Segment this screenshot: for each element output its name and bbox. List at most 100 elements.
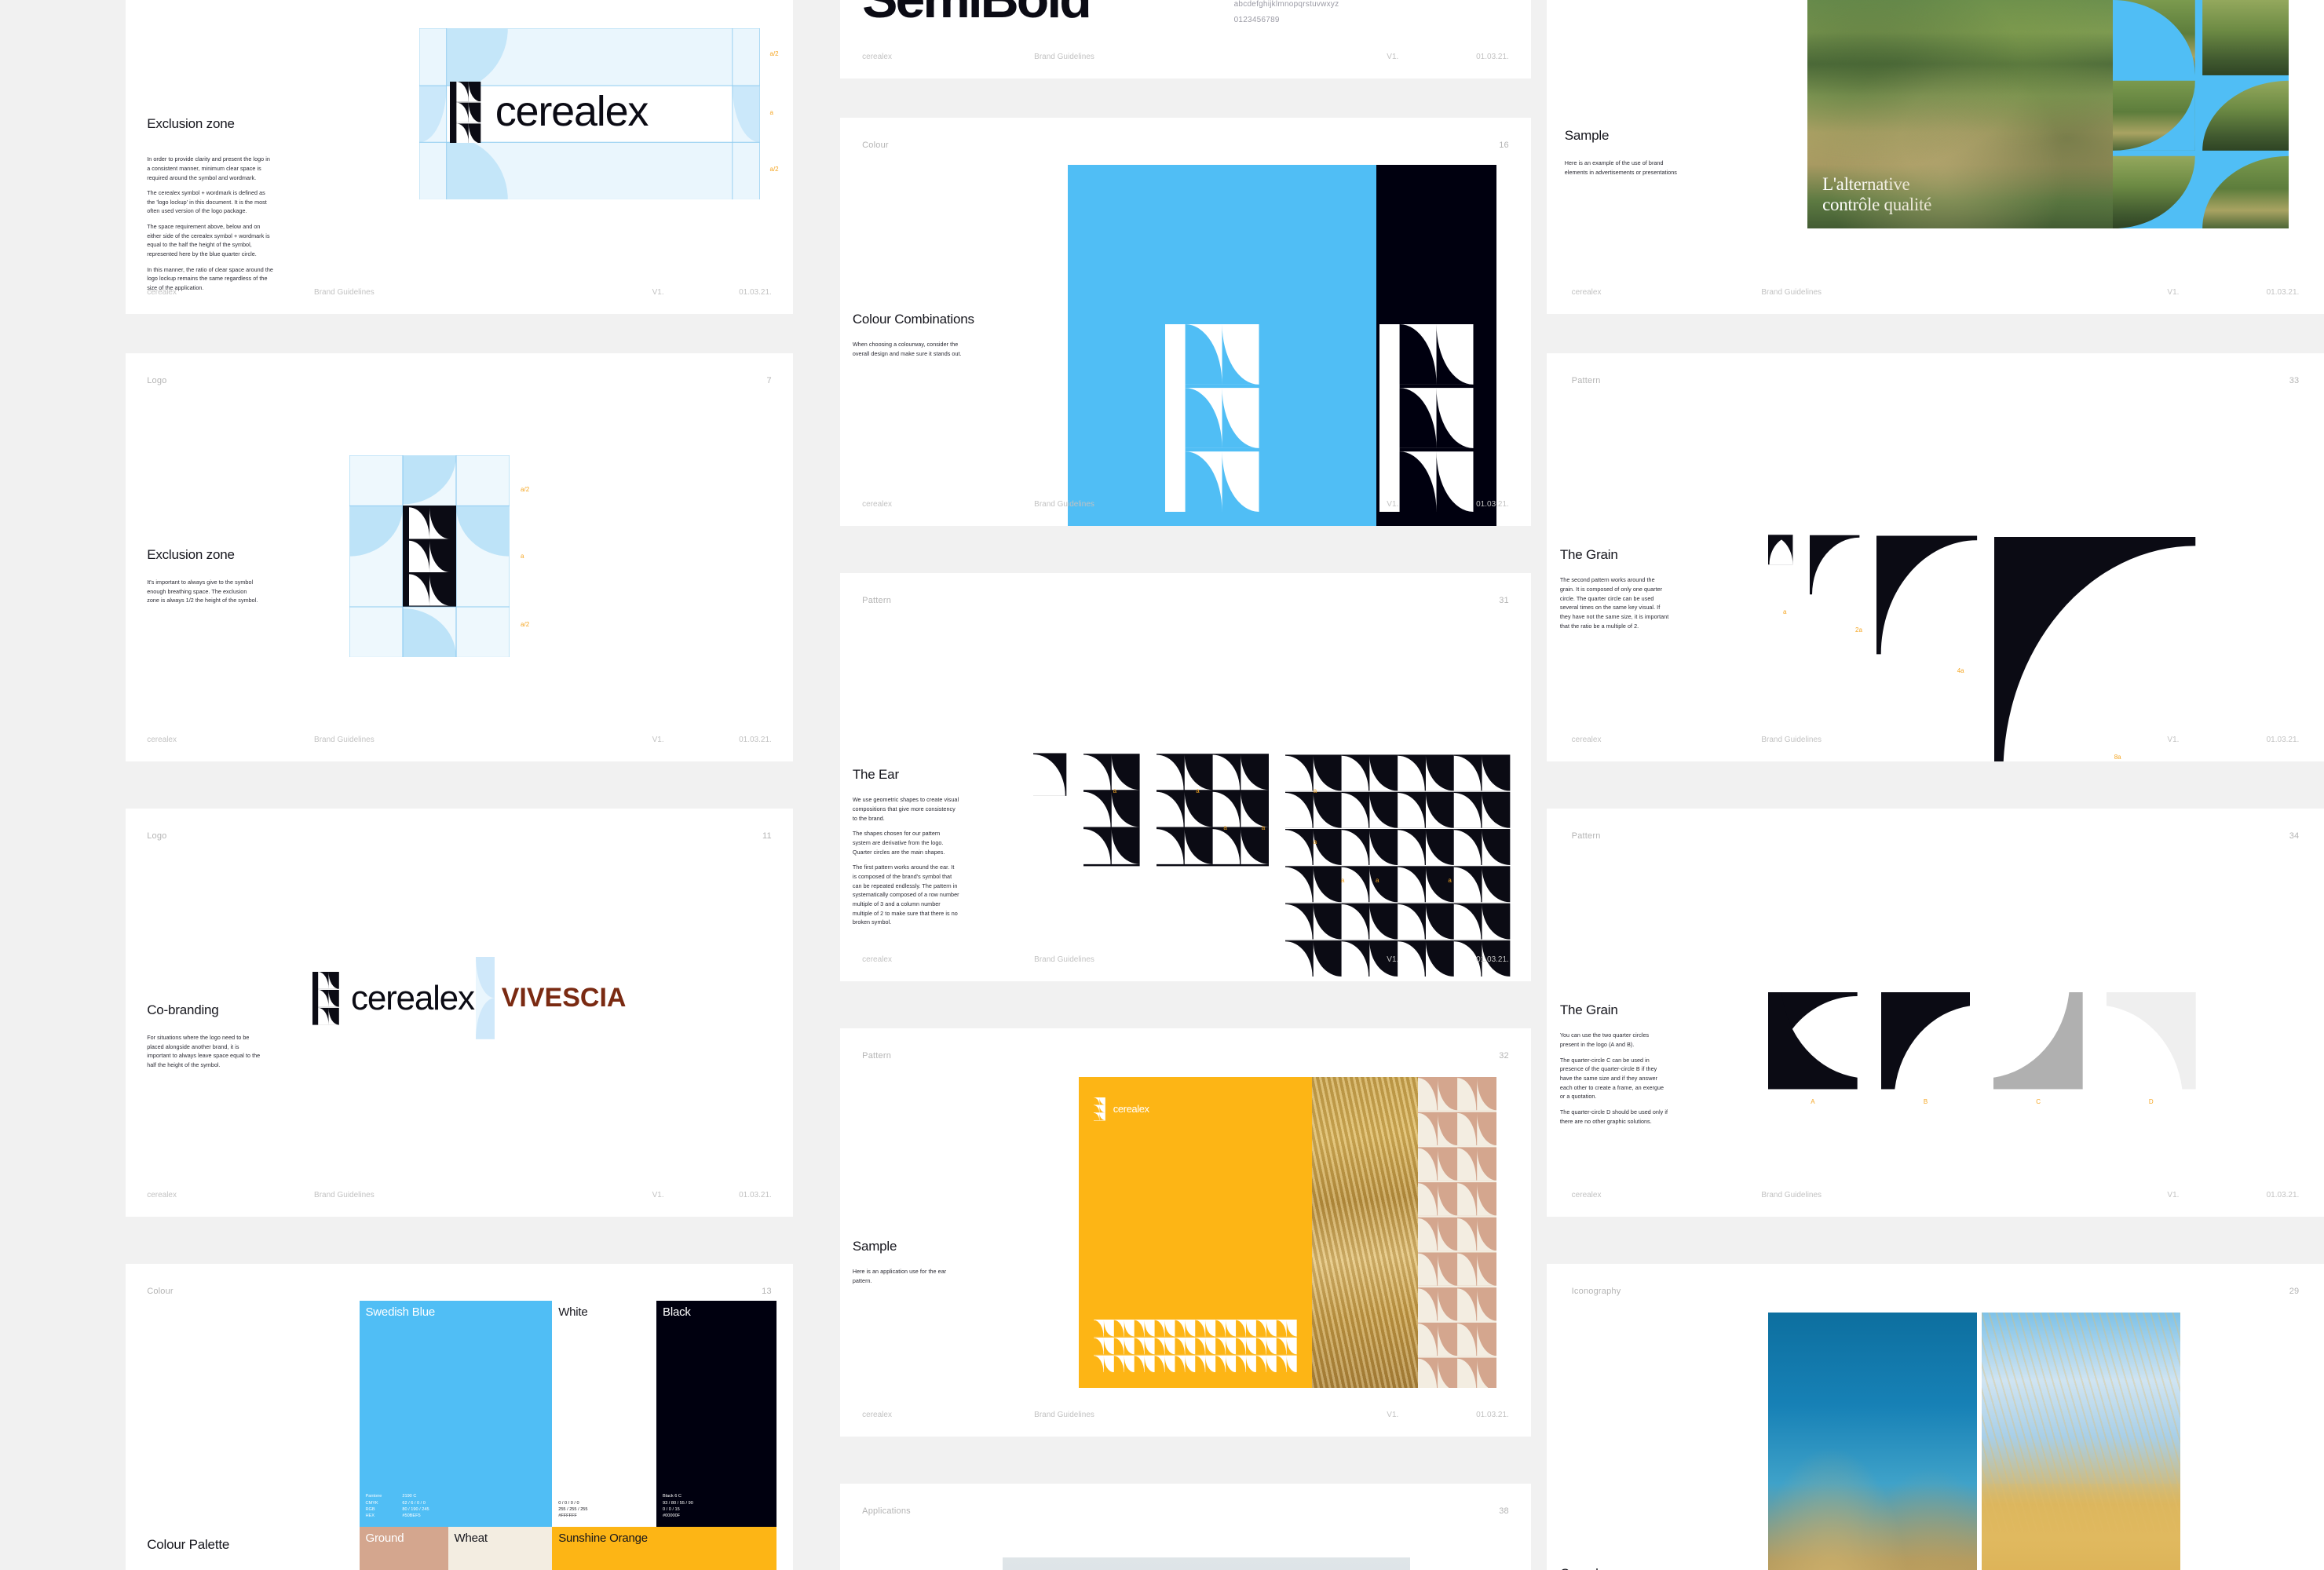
section-label: Applications — [862, 1506, 911, 1516]
footer-version: V1. — [1387, 53, 1399, 62]
combo-cell-black[interactable] — [1376, 164, 1496, 526]
spec-key: HEX — [365, 1513, 375, 1519]
section-label: Pattern — [862, 1050, 892, 1061]
swatch-spec: Pantone CMYK RGB HEX 2190 C 62 / 6 / 0 /… — [366, 1493, 429, 1520]
slide-co-branding[interactable]: Logo 11 cerealex VIVESCIA Co-branding Fo… — [126, 809, 793, 1217]
spec-value: 2190 C — [402, 1494, 417, 1499]
pattern-sample-poster: cerealex — [1078, 1077, 1496, 1388]
combo-cell-blue[interactable] — [1068, 164, 1376, 526]
footer-doc: Brand Guidelines — [1761, 1191, 1822, 1200]
page-number: 34 — [2289, 831, 2300, 841]
page-body: For situations where the logo need to be… — [147, 1033, 261, 1076]
swatch-black[interactable]: Black Black 6 C 93 / 80 / 55 / 90 0 / 0 … — [656, 1300, 776, 1527]
slide-ad-sample[interactable]: L'alternative contrôle qualité Sample He… — [1547, 0, 2324, 314]
page-title: Sample — [1564, 128, 1610, 144]
footer-doc: Brand Guidelines — [314, 736, 375, 745]
slide-exclusion-zone-symbol[interactable]: Logo 7 a/2 a a/2 Exclusion zone It's imp… — [126, 353, 793, 761]
grain-variant-set: A B C D — [1768, 992, 2196, 1105]
slide-footer: cerealex Brand Guidelines V1. 01.03.21. — [147, 288, 772, 297]
slide-exclusion-zone-lockup[interactable]: Logo 10 — [126, 0, 793, 314]
measure-label-a: a — [1782, 608, 1787, 615]
specimen-lowercase: abcdefghijklmnopqrstuvwxyz — [1233, 0, 1339, 9]
footer-date: 01.03.21. — [1476, 1411, 1509, 1420]
footer-brand: cerealex — [862, 1411, 892, 1420]
footer-date: 01.03.21. — [1476, 53, 1509, 62]
slide-the-grain-sizes[interactable]: Pattern 33 a 2a 4a 8a The Grain The seco… — [1547, 353, 2324, 761]
slide-pattern-sample[interactable]: Pattern 32 cerealex Sample Here is an ap… — [840, 1028, 1531, 1437]
cerealex-symbol-icon — [1379, 324, 1474, 513]
body-paragraph: The quarter-circle C can be used in pres… — [1559, 1056, 1664, 1101]
footer-version: V1. — [2167, 1191, 2180, 1200]
slide-header: Pattern 31 — [862, 596, 1509, 605]
page-title: Colour Combinations — [852, 312, 974, 327]
slide-header: Pattern 34 — [1572, 831, 2300, 841]
slide-footer: cerealex Brand Guidelines V1. 01.03.21. — [147, 1191, 772, 1199]
slide-applications[interactable]: Applications 38 — [840, 1484, 1531, 1570]
footer-version: V1. — [2167, 736, 2180, 745]
section-label: Logo — [147, 375, 167, 385]
swatch-name: Swedish Blue — [365, 1305, 436, 1319]
page-title: Sample — [852, 1238, 897, 1254]
footer-brand: cerealex — [862, 53, 892, 62]
slide-colour-palette[interactable]: Colour 13 Swedish Blue Pantone CMYK RGB … — [126, 1264, 793, 1570]
slide-header: Pattern 32 — [862, 1051, 1509, 1061]
swatch-spec: Black 6 C 93 / 80 / 55 / 90 0 / 0 / 15 #… — [663, 1493, 693, 1520]
page-number: 7 — [766, 375, 772, 385]
slide-colour-combinations[interactable]: Colour 16 Colour Combinations When choos… — [840, 118, 1531, 526]
measure-label: a — [1261, 823, 1266, 831]
footer-version: V1. — [652, 1191, 664, 1200]
slide-the-grain-variants[interactable]: Pattern 34 A B C D The Grain You can use… — [1547, 809, 2324, 1217]
page-number: 33 — [2289, 375, 2300, 385]
cereal-photo-field — [1768, 1313, 1977, 1570]
slide-typography-semibold[interactable]: SemiBold ABCDEFGHIJKLMNOPQRSTUVWXYZ abcd… — [840, 0, 1531, 78]
swatch-spec: 0 / 0 / 0 / 0 255 / 255 / 255 #FFFFFF — [558, 1500, 587, 1520]
slide-the-ear[interactable]: Pattern 31 a a a a a a a a a The Ear We … — [840, 573, 1531, 981]
spec-value: 62 / 6 / 0 / 0 — [402, 1500, 426, 1506]
cerealex-symbol-icon — [402, 506, 456, 608]
footer-date: 01.03.21. — [2266, 1191, 2300, 1200]
footer-brand: cerealex — [147, 1191, 177, 1200]
measure-label-4a: 4a — [1957, 667, 1964, 675]
ear-pattern-4x6 — [1285, 754, 1511, 980]
slide-footer: cerealex Brand Guidelines V1. 01.03.21. — [862, 1411, 1509, 1419]
footer-version: V1. — [652, 288, 664, 298]
slide-cereals[interactable]: Iconography 29 Cereals Make focus on the… — [1547, 1264, 2324, 1570]
body-paragraph: The space requirement above, below and o… — [147, 223, 270, 258]
page-body: We use geometric shapes to create visual… — [853, 795, 959, 933]
page-title: The Grain — [1559, 547, 1618, 562]
swatch-sunshine-orange[interactable]: Sunshine Orange — [552, 1526, 776, 1570]
swatch-name: Sunshine Orange — [558, 1531, 648, 1545]
footer-date: 01.03.21. — [2266, 288, 2300, 298]
slide-footer: cerealex Brand Guidelines V1. 01.03.21. — [862, 955, 1509, 964]
page-title: Exclusion zone — [147, 115, 235, 131]
page-body: It's important to always give to the sym… — [147, 578, 261, 612]
footer-doc: Brand Guidelines — [1761, 288, 1822, 298]
footer-version: V1. — [2167, 288, 2180, 298]
measure-label: a — [1376, 877, 1379, 885]
measure-label: a — [1313, 787, 1317, 794]
cereal-photo-ear — [1982, 1313, 2180, 1570]
wordmark-text: cerealex — [495, 88, 649, 136]
quarter-circle-variant-d — [2106, 992, 2196, 1090]
poster-wordmark-text: cerealex — [1113, 1103, 1149, 1115]
page-number: 29 — [2289, 1286, 2300, 1296]
headline-line-2: contrôle qualité — [1822, 194, 1931, 214]
section-label: Iconography — [1571, 1286, 1621, 1296]
measure-label-8a: 8a — [2114, 753, 2121, 761]
swatch-white[interactable]: White 0 / 0 / 0 / 0 255 / 255 / 255 #FFF… — [552, 1300, 657, 1527]
footer-date: 01.03.21. — [739, 1191, 772, 1200]
partner-name: VIVESCIA — [501, 983, 627, 1013]
swatch-wheat[interactable]: Wheat — [448, 1526, 553, 1570]
page-title: Co-branding — [147, 1002, 219, 1017]
cerealex-symbol-icon — [312, 972, 339, 1025]
spec-key: RGB — [365, 1507, 375, 1513]
body-paragraph: It's important to always give to the sym… — [147, 579, 258, 604]
swatch-swedish-blue[interactable]: Swedish Blue Pantone CMYK RGB HEX 2190 C… — [359, 1300, 553, 1527]
measure-label: a — [1113, 787, 1117, 794]
footer-brand: cerealex — [1571, 1191, 1602, 1200]
slide-header: Applications 38 — [862, 1506, 1509, 1516]
body-paragraph: Here is an example of the use of brand e… — [1564, 159, 1677, 177]
measure-label-top: a/2 — [769, 50, 779, 58]
slide-header: Iconography 29 — [1572, 1287, 2300, 1296]
ad-field-photo: L'alternative contrôle qualité — [1807, 0, 2113, 228]
